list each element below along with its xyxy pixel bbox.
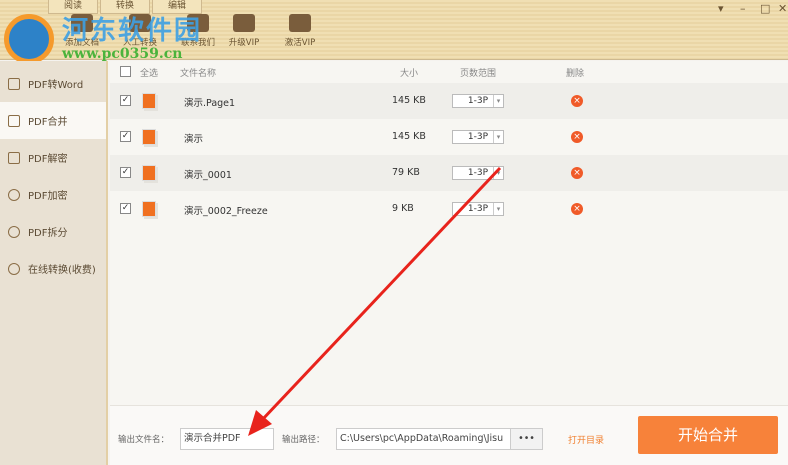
lock-icon: [8, 151, 20, 164]
select-all-label: 全选: [140, 69, 159, 79]
table-row: ✓ 演示_0001 79 KB 1-3P ▾ ×: [110, 155, 788, 191]
output-name-input[interactable]: 演示合并PDF: [180, 428, 274, 450]
page-range-value: 1-3P: [467, 96, 489, 106]
row-checkbox[interactable]: ✓: [120, 167, 131, 178]
file-list: 全选 文件名称 大小 页数范围 删除 ✓ 演示.Page1 145 KB 1-3…: [110, 61, 788, 405]
label: 人工转换: [122, 38, 157, 48]
tab-convert[interactable]: 转换: [100, 0, 150, 14]
merge-icon: [8, 114, 20, 127]
chevron-down-icon: ▾: [493, 95, 503, 107]
table-row: ✓ 演示 145 KB 1-3P ▾ ×: [110, 119, 788, 155]
tab-read[interactable]: 阅读: [48, 0, 98, 14]
output-name-label: 输出文件名：: [118, 435, 170, 445]
page-range-select[interactable]: 1-3P ▾: [452, 202, 504, 216]
sidebar-item-pdf-split[interactable]: PDF拆分: [0, 213, 106, 250]
sidebar-item-online-convert[interactable]: 在线转换(收费): [0, 250, 106, 287]
label: PDF合并: [28, 117, 68, 128]
page-range-value: 1-3P: [467, 204, 489, 214]
add-document-button[interactable]: 添加文档: [54, 14, 110, 48]
manual-convert-button[interactable]: 人工转换: [112, 14, 168, 48]
chevron-down-icon: ▾: [493, 131, 503, 143]
label: PDF转Word: [28, 80, 84, 91]
file-name: 演示.Page1: [184, 98, 236, 109]
file-name: 演示_0001: [184, 170, 232, 181]
label: PDF加密: [28, 191, 68, 202]
pdf-file-icon: [142, 165, 156, 181]
table-row: ✓ 演示.Page1 145 KB 1-3P ▾ ×: [110, 83, 788, 119]
page-range-select[interactable]: 1-3P ▾: [452, 130, 504, 144]
label: 添加文档: [64, 38, 99, 48]
pdf-file-icon: [142, 93, 156, 109]
file-size: 145 KB: [392, 131, 426, 142]
table-header: 全选 文件名称 大小 页数范围 删除: [110, 61, 788, 83]
page-range-value: 1-3P: [467, 132, 489, 142]
split-icon: [8, 225, 20, 238]
col-pages: 页数范围: [460, 69, 497, 79]
crown-icon: [233, 14, 255, 32]
row-checkbox[interactable]: ✓: [120, 95, 131, 106]
menu-icon[interactable]: ▾: [718, 2, 724, 15]
chat-icon: [187, 14, 209, 32]
sidebar-item-pdf-encrypt[interactable]: PDF加密: [0, 176, 106, 213]
output-path-label: 输出路径：: [282, 435, 325, 445]
label: 在线转换(收费): [28, 265, 96, 276]
sidebar-item-pdf-to-word[interactable]: PDF转Word: [0, 65, 106, 102]
chevron-down-icon: ▾: [493, 203, 503, 215]
row-checkbox[interactable]: ✓: [120, 203, 131, 214]
label: 激活VIP: [284, 38, 316, 48]
file-size: 9 KB: [392, 203, 414, 214]
start-merge-button[interactable]: 开始合并: [638, 416, 778, 454]
open-directory-link[interactable]: 打开目录: [568, 433, 604, 446]
sidebar-item-pdf-decrypt[interactable]: PDF解密: [0, 139, 106, 176]
shield-icon: [8, 188, 20, 201]
browse-button[interactable]: •••: [510, 428, 543, 450]
maximize-icon[interactable]: □: [760, 2, 770, 15]
chevron-down-icon: ▾: [493, 167, 503, 179]
col-name: 文件名称: [180, 69, 217, 79]
bottom-bar: 输出文件名： 演示合并PDF 输出路径： C:\Users\pc\AppData…: [110, 405, 788, 465]
folder-icon: [71, 14, 93, 32]
select-all-checkbox[interactable]: [120, 66, 131, 77]
file-size: 79 KB: [392, 167, 420, 178]
file-name: 演示: [184, 134, 204, 145]
label: 升级VIP: [228, 38, 260, 48]
user-check-icon: [289, 14, 311, 32]
row-checkbox[interactable]: ✓: [120, 131, 131, 142]
table-row: ✓ 演示_0002_Freeze 9 KB 1-3P ▾ ×: [110, 191, 788, 227]
delete-icon[interactable]: ×: [571, 203, 583, 215]
col-size: 大小: [400, 69, 419, 79]
pdf-file-icon: [142, 201, 156, 217]
close-icon[interactable]: ✕: [778, 2, 787, 15]
delete-icon[interactable]: ×: [571, 131, 583, 143]
output-path-input[interactable]: C:\Users\pc\AppData\Roaming\Jisu: [336, 428, 511, 450]
upgrade-vip-button[interactable]: 升级VIP: [216, 14, 272, 48]
page-range-value: 1-3P: [467, 168, 489, 178]
page-range-select[interactable]: 1-3P ▾: [452, 94, 504, 108]
file-size: 145 KB: [392, 95, 426, 106]
pdf-file-icon: [142, 129, 156, 145]
sidebar: PDF转Word PDF合并 PDF解密 PDF加密 PDF拆分 在线转换(收费…: [0, 61, 108, 465]
col-delete: 删除: [566, 69, 585, 79]
header: 阅读 转换 编辑 添加文档 人工转换 联系我们 升级VIP 激活VIP ▾ – …: [0, 0, 788, 60]
label: 联系我们: [180, 38, 215, 48]
activate-vip-button[interactable]: 激活VIP: [272, 14, 328, 48]
label: PDF解密: [28, 154, 68, 165]
label: PDF拆分: [28, 228, 68, 239]
sidebar-item-pdf-merge[interactable]: PDF合并: [0, 102, 106, 139]
cloud-icon: [8, 262, 20, 275]
delete-icon[interactable]: ×: [571, 95, 583, 107]
delete-icon[interactable]: ×: [571, 167, 583, 179]
minimize-icon[interactable]: –: [740, 2, 746, 15]
page-range-select[interactable]: 1-3P ▾: [452, 166, 504, 180]
word-icon: [8, 77, 20, 90]
person-icon: [129, 14, 151, 32]
file-name: 演示_0002_Freeze: [184, 206, 268, 217]
tab-edit[interactable]: 编辑: [152, 0, 202, 14]
